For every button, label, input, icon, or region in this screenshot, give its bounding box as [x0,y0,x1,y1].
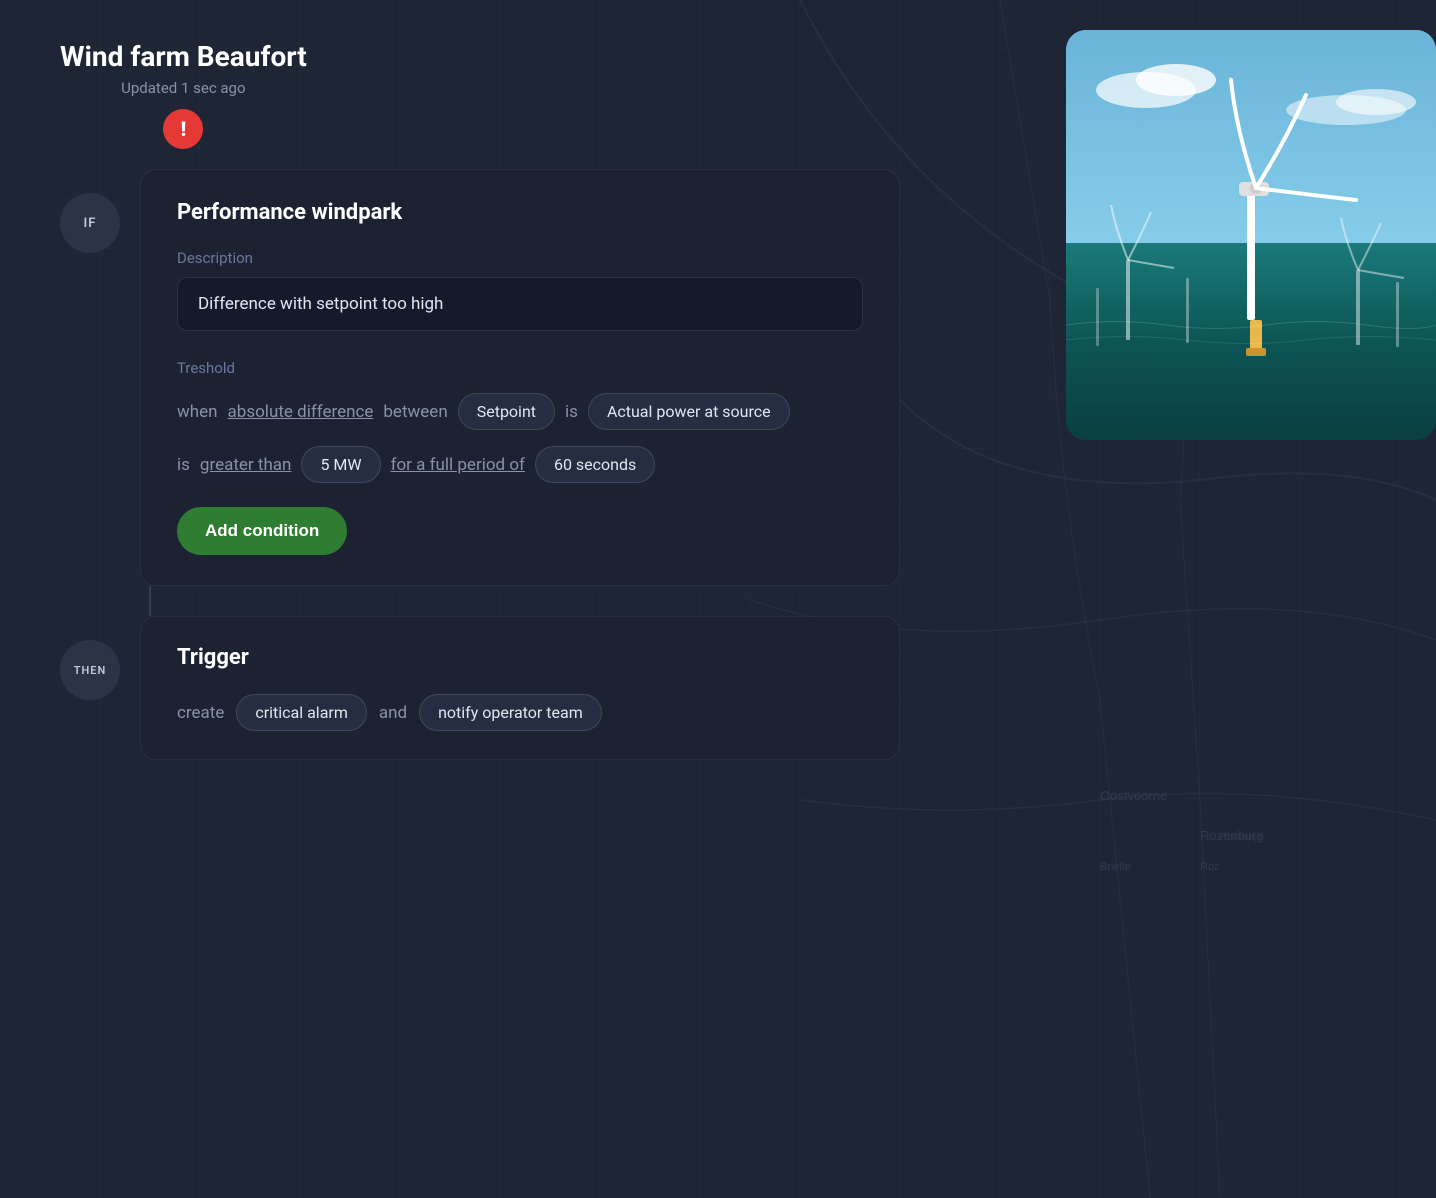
is2-text: is [177,455,190,475]
description-value: Difference with setpoint too high [198,294,443,314]
threshold-label: Treshold [177,359,863,377]
header-left: Wind farm Beaufort Updated 1 sec ago ! [60,40,307,149]
if-flow-row: IF Performance windpark Description Diff… [60,169,900,586]
is1-text: is [565,402,578,422]
alert-icon: ! [163,109,203,149]
if-badge: IF [60,193,120,253]
when-text: when [177,402,218,422]
mw-pill[interactable]: 5 MW [301,446,380,483]
content-wrapper: Wind farm Beaufort Updated 1 sec ago ! I… [0,0,1436,1198]
updated-text: Updated 1 sec ago [121,79,245,97]
for-full-period-text[interactable]: for a full period of [391,455,525,475]
add-condition-button[interactable]: Add condition [177,507,347,555]
then-flow-row: THEN Trigger create critical alarm and n… [60,616,900,760]
then-badge: THEN [60,640,120,700]
greater-than-text[interactable]: greater than [200,455,292,475]
and-text: and [379,703,407,723]
absolute-difference-text[interactable]: absolute difference [228,402,374,422]
between-text: between [383,402,447,422]
top-header-area: Wind farm Beaufort Updated 1 sec ago ! [60,40,1376,149]
create-text: create [177,703,224,723]
trigger-title: Trigger [177,645,863,670]
exclamation-mark: ! [181,117,187,141]
description-label: Description [177,249,863,267]
critical-alarm-pill[interactable]: critical alarm [236,694,367,731]
flow-connector [149,586,151,616]
seconds-pill[interactable]: 60 seconds [535,446,655,483]
threshold-row-1: when absolute difference between Setpoin… [177,393,863,430]
threshold-row-2: is greater than 5 MW for a full period o… [177,446,863,483]
then-card: Trigger create critical alarm and notify… [140,616,900,760]
setpoint-pill[interactable]: Setpoint [458,393,555,430]
actual-power-pill[interactable]: Actual power at source [588,393,790,430]
notify-operator-pill[interactable]: notify operator team [419,694,602,731]
performance-windpark-title: Performance windpark [177,200,863,225]
description-input[interactable]: Difference with setpoint too high [177,277,863,331]
farm-title: Wind farm Beaufort [60,40,307,73]
if-card: Performance windpark Description Differe… [140,169,900,586]
trigger-row: create critical alarm and notify operato… [177,694,863,731]
